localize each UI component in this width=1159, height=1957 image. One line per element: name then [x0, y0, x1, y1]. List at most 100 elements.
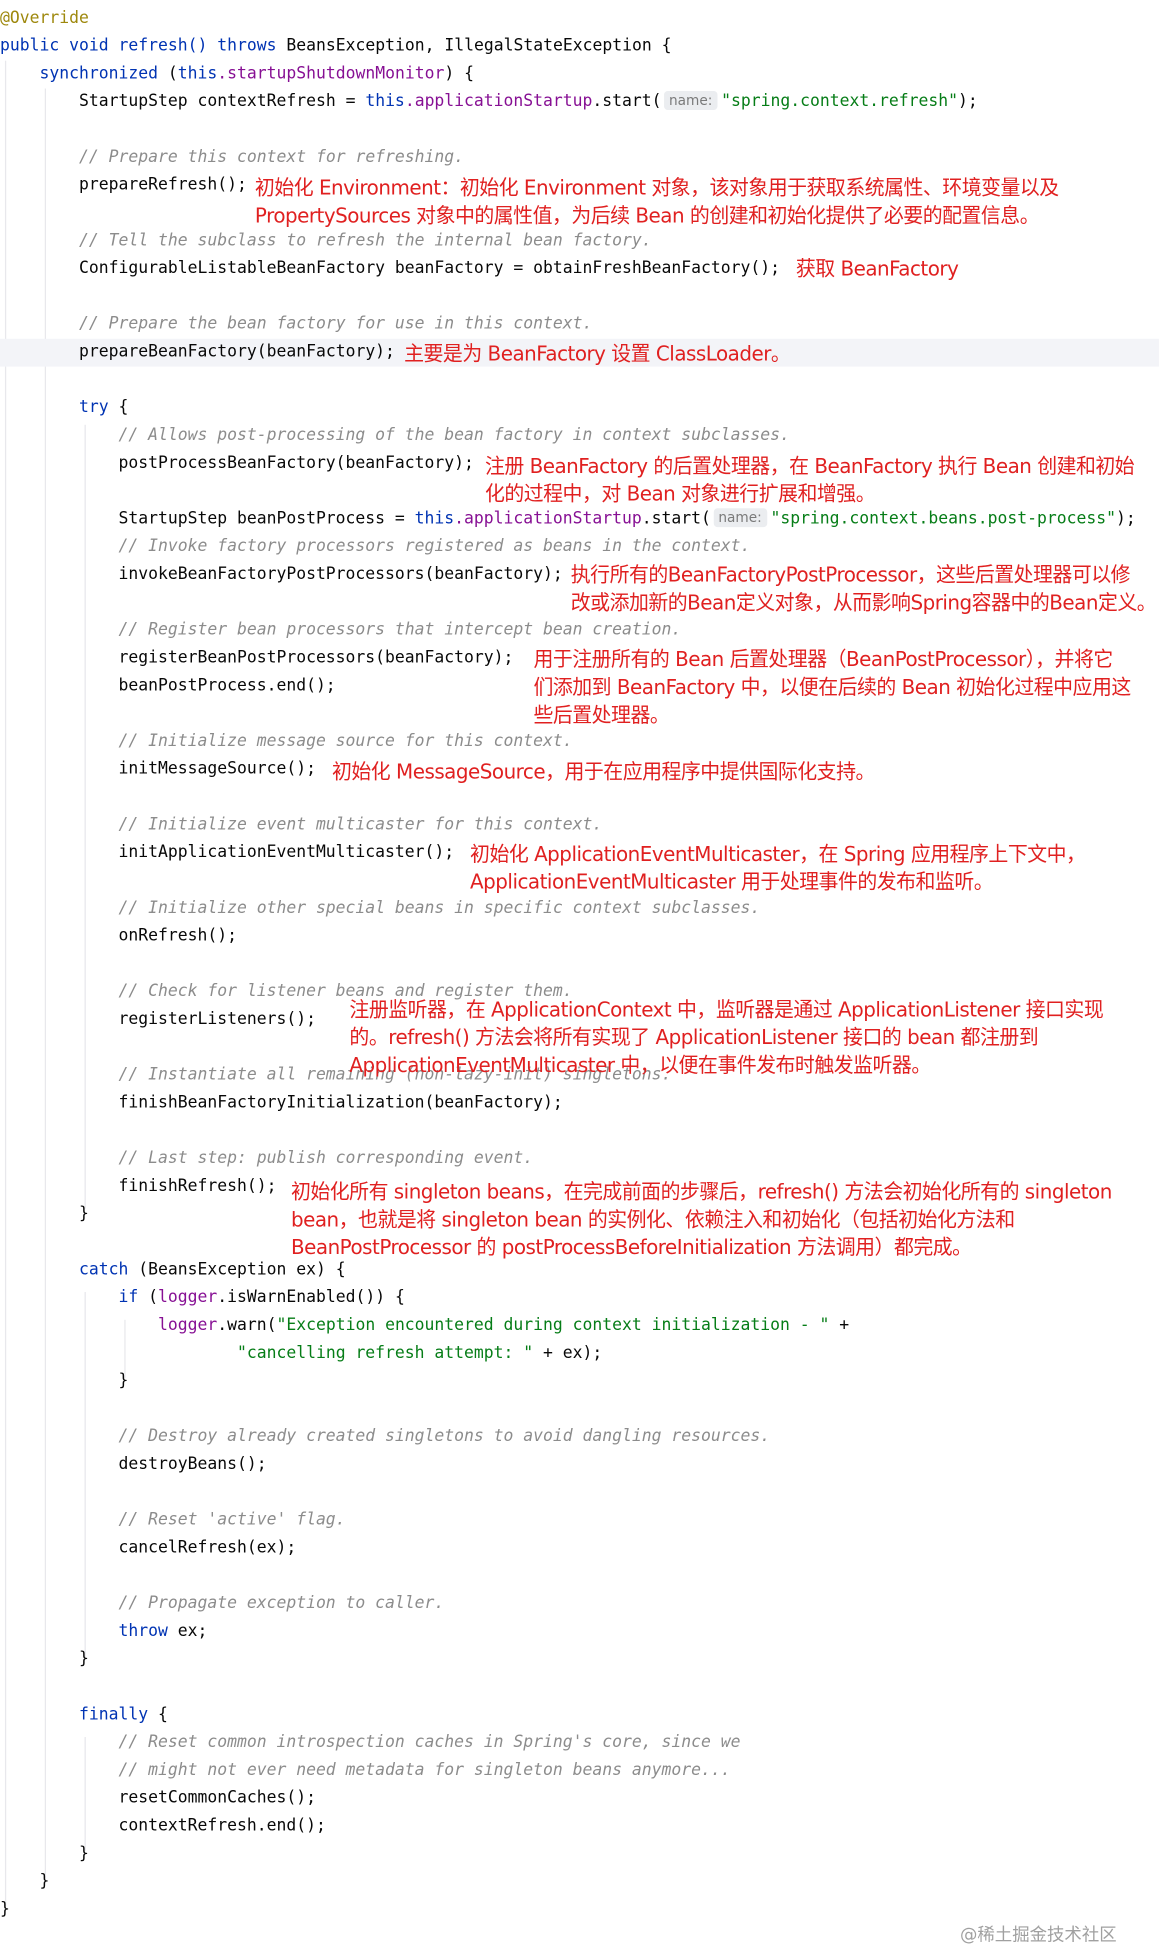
code-line: } — [0, 1368, 1159, 1396]
annotation-finish-refresh: 初始化所有 singleton beans，在完成前面的步骤后，refresh(… — [290, 1179, 1112, 1260]
code-text: } — [0, 1900, 10, 1920]
code-text: } — [79, 1649, 89, 1669]
code-text: .isWarnEnabled()) { — [217, 1288, 405, 1308]
comment: // Initialize event multicaster for this… — [118, 815, 603, 835]
annotation-listeners: 注册监听器，在 ApplicationContext 中，监听器是通过 Appl… — [349, 997, 1104, 1078]
code-text: finishBeanFactoryInitialization(beanFact… — [118, 1093, 563, 1113]
code-text: registerListeners(); — [118, 1010, 316, 1030]
code-text: ( — [138, 1288, 159, 1308]
code-line: // Invoke factory processors registered … — [0, 533, 1159, 561]
code-text: + — [829, 1316, 850, 1335]
code-text: registerBeanPostProcessors(beanFactory); — [118, 648, 514, 668]
code-text: .start( — [592, 92, 662, 112]
keyword: throws — [217, 36, 277, 56]
code-line: // Allows post-processing of the bean fa… — [0, 422, 1159, 450]
keyword: this — [414, 509, 455, 529]
code-line: finally { — [0, 1702, 1159, 1730]
code-line: // Prepare the bean factory for use in t… — [0, 311, 1159, 339]
annotation-event-multicaster: 初始化 ApplicationEventMulticaster，在 Spring… — [470, 841, 1086, 895]
code-text: ) { — [444, 64, 474, 84]
code-text: ); — [1116, 509, 1136, 529]
code-text: initMessageSource(); — [118, 759, 316, 779]
code-line: "cancelling refresh attempt: " + ex); — [0, 1340, 1159, 1368]
keyword: finally — [79, 1705, 149, 1725]
string-literal: "spring.context.beans.post-process" — [770, 509, 1117, 529]
code-line: public void refresh() throws BeansExcept… — [0, 33, 1159, 61]
code-line: // Reset common introspection caches in … — [0, 1729, 1159, 1757]
code-line: // Initialize event multicaster for this… — [0, 812, 1159, 840]
code-line: destroyBeans(); — [0, 1451, 1159, 1479]
field: .applicationStartup — [404, 92, 593, 112]
code-line: synchronized (this.startupShutdownMonito… — [0, 61, 1159, 89]
code-line: finishBeanFactoryInitialization(beanFact… — [0, 1090, 1159, 1118]
annotation-register-processors: 用于注册所有的 Bean 后置处理器（BeanPostProcessor），并将… — [533, 647, 1131, 728]
code-line: StartupStep contextRefresh = this.applic… — [0, 88, 1159, 116]
code-editor: @Override public void refresh() throws B… — [0, 0, 1159, 1957]
comment: // might not ever need metadata for sing… — [118, 1761, 731, 1780]
string-literal: "cancelling refresh attempt: " — [236, 1343, 534, 1363]
code-text: { — [108, 398, 129, 418]
code-text: prepareRefresh(); — [79, 175, 247, 195]
code-text: } — [79, 1204, 89, 1224]
annotation-obtain-factory: 获取 BeanFactory — [795, 256, 959, 281]
comment: // Destroy already created singletons to… — [118, 1427, 771, 1447]
code-line: // Reset 'active' flag. — [0, 1507, 1159, 1535]
field: logger — [157, 1316, 218, 1335]
comment: // Propagate exception to caller. — [118, 1594, 445, 1614]
code-text: (BeansException ex) { — [128, 1260, 346, 1280]
code-text: { — [148, 1705, 168, 1725]
code-line: throw ex; — [0, 1618, 1159, 1646]
code-line: cancelRefresh(ex); — [0, 1535, 1159, 1563]
code-line: ConfigurableListableBeanFactory beanFact… — [0, 255, 1159, 283]
code-text: } — [118, 1371, 129, 1391]
code-text: } — [79, 1844, 89, 1864]
keyword: if — [118, 1288, 139, 1308]
code-line: @Override — [0, 5, 1159, 33]
comment: // Register bean processors that interce… — [118, 620, 682, 640]
code-text: resetCommonCaches(); — [118, 1788, 316, 1808]
code-line: // Destroy already created singletons to… — [0, 1423, 1159, 1451]
keyword: try — [79, 398, 109, 418]
comment: // Reset 'active' flag. — [118, 1510, 346, 1530]
code-line: // might not ever need metadata for sing… — [0, 1757, 1159, 1785]
string-literal: "spring.context.refresh" — [721, 92, 959, 112]
code-line: resetCommonCaches(); — [0, 1785, 1159, 1813]
code-text: StartupStep contextRefresh = — [79, 92, 366, 112]
code-line: // Initialize message source for this co… — [0, 728, 1159, 756]
code-line: logger.warn("Exception encountered durin… — [0, 1312, 1159, 1340]
code-text: cancelRefresh(ex); — [118, 1538, 297, 1558]
keyword: catch — [79, 1260, 129, 1280]
code-text: ConfigurableListableBeanFactory beanFact… — [79, 259, 780, 279]
annotation-prepare-refresh: 初始化 Environment：初始化 Environment 对象，该对象用于… — [254, 175, 1059, 228]
comment: // Initialize message source for this co… — [118, 731, 573, 751]
field: logger — [158, 1288, 218, 1308]
comment: // Reset common introspection caches in … — [118, 1733, 741, 1753]
comment: // Last step: publish corresponding even… — [118, 1149, 534, 1169]
string-literal: "Exception encountered during context in… — [276, 1316, 830, 1335]
code-line: contextRefresh.end(); — [0, 1813, 1159, 1841]
keyword: void — [69, 36, 109, 56]
code-text: StartupStep beanPostProcess = — [118, 509, 415, 529]
code-line: } — [0, 1841, 1159, 1869]
parameter-hint: name: — [664, 91, 718, 110]
code-text: finishRefresh(); — [118, 1176, 277, 1196]
annotation-message-source: 初始化 MessageSource，用于在应用程序中提供国际化支持。 — [332, 759, 875, 784]
code-line: // Propagate exception to caller. — [0, 1590, 1159, 1618]
code-text: ex; — [167, 1621, 208, 1641]
override-annotation: @Override — [0, 8, 89, 28]
field: .applicationStartup — [454, 509, 642, 529]
code-line: // Initialize other special beans in spe… — [0, 895, 1159, 923]
code-line: } — [0, 1868, 1159, 1896]
code-line: // Prepare this context for refreshing. — [0, 144, 1159, 172]
code-text: postProcessBeanFactory(beanFactory); — [118, 453, 474, 473]
method-name: refresh() — [118, 36, 208, 56]
code-line: // Tell the subclass to refresh the inte… — [0, 228, 1159, 256]
comment: // Invoke factory processors registered … — [118, 537, 751, 557]
code-text: .warn( — [217, 1316, 277, 1335]
code-text: prepareBeanFactory(beanFactory); — [79, 342, 395, 362]
code-line: try { — [0, 394, 1159, 422]
comment: // Prepare this context for refreshing. — [79, 147, 465, 167]
keyword: synchronized — [39, 64, 158, 84]
annotation-prepare-factory: 主要是为 BeanFactory 设置 ClassLoader。 — [404, 341, 791, 366]
code-text: invokeBeanFactoryPostProcessors(beanFact… — [118, 565, 563, 585]
